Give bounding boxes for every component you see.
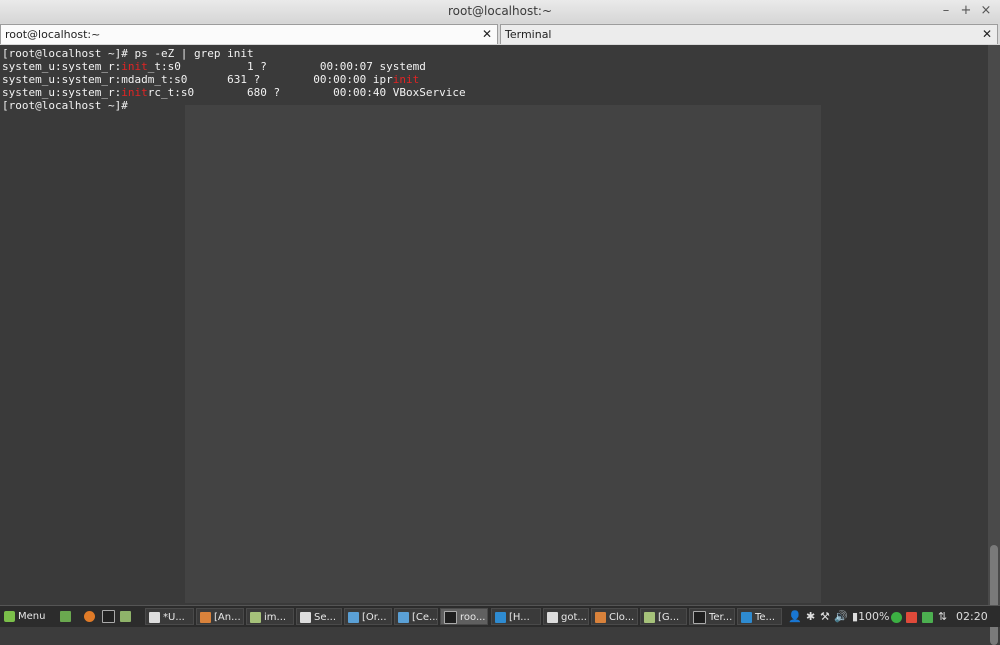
taskbar-window-button[interactable]: im...: [246, 608, 294, 625]
taskbar-window-label: Te...: [755, 612, 776, 623]
taskbar-window-label: [Or...: [362, 612, 387, 623]
terminal-line: [root@localhost ~]# ps -eZ | grep init: [2, 47, 466, 60]
tab-root-localhost[interactable]: root@localhost:~ ✕: [0, 24, 498, 44]
taskbar-window-button[interactable]: *U...: [145, 608, 194, 625]
terminal-line: system_u:system_r:initrc_t:s0 680 ? 00:0…: [2, 86, 466, 99]
taskbar-window-button[interactable]: Clo...: [591, 608, 638, 625]
document-icon: [149, 611, 160, 623]
grep-match-highlight: init: [392, 73, 420, 86]
terminal-scrollbar[interactable]: [988, 45, 1000, 645]
tab-terminal[interactable]: Terminal ✕: [500, 24, 998, 44]
image-icon: [398, 611, 409, 623]
taskbar-window-button[interactable]: roo...: [440, 608, 488, 625]
taskbar-window-label: im...: [264, 612, 287, 623]
taskbar-window-label: Se...: [314, 612, 337, 623]
terminal-line: system_u:system_r:init_t:s0 1 ? 00:00:07…: [2, 60, 466, 73]
shield-icon[interactable]: [922, 608, 936, 625]
background-page: [185, 303, 821, 603]
chat-icon: [495, 611, 506, 623]
taskbar-window-label: got...: [561, 612, 587, 623]
app-icon: [595, 611, 606, 623]
folder-icon: [250, 611, 261, 623]
grep-match-highlight: init: [121, 60, 148, 73]
taskbar-window-button[interactable]: [An...: [196, 608, 244, 625]
document-icon: [547, 611, 558, 623]
menu-label: Menu: [18, 611, 46, 622]
close-tab-icon[interactable]: ✕: [482, 27, 492, 41]
folder-icon: [644, 611, 655, 623]
document-icon: [300, 611, 311, 623]
taskbar-window-label: [Ce...: [412, 612, 438, 623]
tools-icon[interactable]: ⚒: [820, 608, 830, 625]
clock[interactable]: 02:20: [956, 608, 988, 625]
maximize-button[interactable]: +: [958, 3, 974, 19]
update-ok-icon[interactable]: [891, 608, 905, 625]
scrollbar-thumb[interactable]: [990, 545, 998, 645]
bluetooth-icon[interactable]: ✱: [806, 608, 815, 625]
menu-button[interactable]: Menu: [4, 608, 56, 625]
terminal-text-segment: rc_t:s0 680 ? 00:00:40 VBoxService: [147, 86, 466, 99]
terminal-line: system_u:system_r:mdadm_t:s0 631 ? 00:00…: [2, 73, 466, 86]
terminal-text-segment: _t:s0 1 ? 00:00:07 systemd: [147, 60, 426, 73]
close-tab-icon[interactable]: ✕: [982, 27, 992, 41]
taskbar-window-button[interactable]: [G...: [640, 608, 687, 625]
taskbar-window-label: [An...: [214, 612, 241, 623]
taskbar-window-button[interactable]: got...: [543, 608, 589, 625]
taskbar-window-label: [H...: [509, 612, 530, 623]
terminal-output[interactable]: [root@localhost ~]# ps -eZ | grep init sy…: [0, 45, 988, 605]
window-title: root@localhost:~: [447, 4, 553, 18]
taskbar: Menu *U... [An... im... Se... [Or... [Ce... ro…: [0, 605, 1000, 627]
mint-logo-icon: [4, 610, 15, 622]
taskbar-window-button[interactable]: [Ce...: [394, 608, 438, 625]
taskbar-window-label: Ter...: [709, 612, 733, 623]
terminal-text-segment: [root@localhost ~]#: [2, 99, 128, 112]
terminal-text-segment: system_u:system_r:: [2, 86, 122, 99]
terminal-launcher-icon[interactable]: [102, 608, 118, 625]
app-icon: [200, 611, 211, 623]
taskbar-window-button[interactable]: Ter...: [689, 608, 735, 625]
taskbar-window-label: Clo...: [609, 612, 635, 623]
firefox-launcher-icon[interactable]: [84, 608, 98, 625]
alert-icon[interactable]: [906, 608, 920, 625]
taskbar-window-button[interactable]: [Or...: [344, 608, 392, 625]
taskbar-window-button[interactable]: Se...: [296, 608, 342, 625]
chat-icon: [741, 611, 752, 623]
close-window-button[interactable]: ×: [978, 3, 994, 19]
tab-label: Terminal: [505, 28, 552, 41]
battery-percent: 100%: [858, 610, 890, 623]
grep-match-highlight: init: [121, 86, 148, 99]
terminal-icon: [444, 610, 457, 624]
image-icon: [348, 611, 359, 623]
terminal-text-segment: [root@localhost ~]# ps -eZ | grep init: [2, 47, 254, 60]
user-icon[interactable]: 👤: [788, 608, 802, 625]
taskbar-window-button[interactable]: Te...: [737, 608, 782, 625]
taskbar-window-label: *U...: [163, 612, 185, 623]
taskbar-window-label: [G...: [658, 612, 680, 623]
terminal-text: [root@localhost ~]# ps -eZ | grep init sy…: [2, 47, 466, 112]
battery-indicator[interactable]: ▮100%: [852, 608, 890, 625]
window-titlebar: root@localhost:~ – + ×: [0, 0, 1000, 24]
terminal-line: [root@localhost ~]#: [2, 99, 466, 112]
terminal-icon: [693, 610, 706, 624]
network-icon[interactable]: ⇅: [938, 608, 947, 625]
terminal-text-segment: system_u:system_r:: [2, 60, 122, 73]
terminal-text-segment: system_u:system_r:mdadm_t:s0 631 ? 00:00…: [2, 73, 393, 86]
files-launcher-icon[interactable]: [120, 608, 134, 625]
show-desktop-icon[interactable]: [60, 608, 74, 625]
tab-bar: root@localhost:~ ✕ Terminal ✕: [0, 23, 1000, 46]
tab-label: root@localhost:~: [5, 28, 101, 41]
minimize-button[interactable]: –: [938, 3, 954, 19]
taskbar-window-label: roo...: [460, 612, 486, 623]
taskbar-window-button[interactable]: [H...: [491, 608, 541, 625]
volume-icon[interactable]: 🔊: [834, 608, 848, 625]
